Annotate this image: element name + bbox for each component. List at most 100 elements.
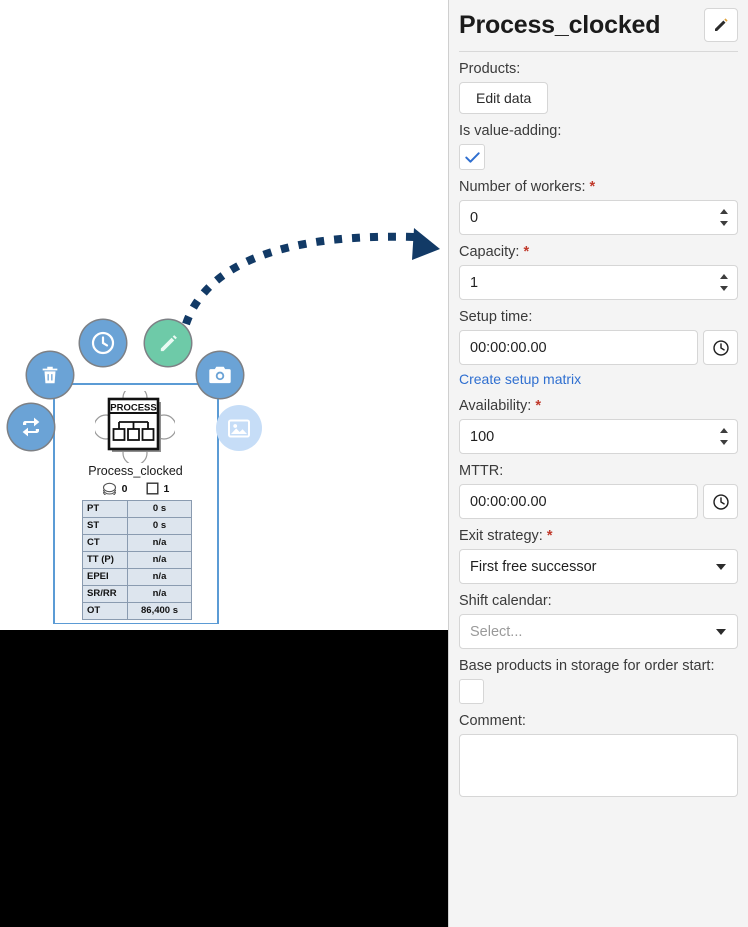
mttr-input[interactable]: 00:00:00.00 xyxy=(459,484,698,519)
rename-edit-button[interactable] xyxy=(704,8,738,42)
stepper-up-icon[interactable] xyxy=(720,209,728,214)
table-row: PT 0 s xyxy=(82,500,192,518)
exit-strategy-label-text: Exit strategy: xyxy=(459,528,543,544)
comment-textarea[interactable] xyxy=(459,734,738,797)
check-icon xyxy=(464,151,480,163)
capacity-label: Capacity: * xyxy=(459,244,738,260)
workers-stepper[interactable] xyxy=(720,201,728,234)
table-row: CT n/a xyxy=(82,534,192,552)
node-kpi-table: PT 0 s ST 0 s CT n/a TT (P) n/a EPEI n/a SR/R… xyxy=(82,500,192,620)
image-action-button[interactable] xyxy=(216,405,262,451)
kpi-key: CT xyxy=(82,534,128,552)
table-row: OT 86,400 s xyxy=(82,602,192,620)
availability-label: Availability: * xyxy=(459,398,738,414)
setup-time-picker-button[interactable] xyxy=(703,330,738,365)
value-adding-checkbox[interactable] xyxy=(459,144,485,170)
exit-strategy-required-marker: * xyxy=(546,528,553,544)
process-node[interactable]: PROCESS Process_clocked 0 1 PT 0 s ST 0 … xyxy=(53,383,218,624)
badge-disc: 0 xyxy=(102,482,128,495)
image-icon xyxy=(228,419,250,437)
page-title: Process_clocked xyxy=(459,10,661,39)
process-node-label: Process_clocked xyxy=(88,464,183,478)
workers-value: 0 xyxy=(470,209,479,226)
base-products-label: Base products in storage for order start… xyxy=(459,658,715,674)
setup-time-label: Setup time: xyxy=(459,309,533,325)
clock-icon xyxy=(91,331,115,355)
availability-label-text: Availability: xyxy=(459,398,532,414)
exit-strategy-label: Exit strategy: * xyxy=(459,528,738,544)
snapshot-action-button[interactable] xyxy=(197,352,243,398)
stepper-down-icon[interactable] xyxy=(720,440,728,445)
diagram-canvas[interactable]: PROCESS Process_clocked 0 1 PT 0 s ST 0 … xyxy=(0,0,448,927)
availability-input[interactable]: 100 xyxy=(459,419,738,454)
trash-icon xyxy=(42,366,58,384)
value-adding-label: Is value-adding: xyxy=(459,123,562,139)
replace-action-button[interactable] xyxy=(8,404,54,450)
clock-icon xyxy=(712,493,729,510)
workers-label: Number of workers: * xyxy=(459,179,738,195)
kpi-key: SR/RR xyxy=(82,585,128,603)
exit-strategy-value: First free successor xyxy=(470,558,597,575)
pencil-icon xyxy=(160,334,177,351)
capacity-label-text: Capacity: xyxy=(459,244,520,260)
badge-disc-value: 0 xyxy=(121,482,128,495)
properties-panel: Process_clocked Products: Edit data Is v… xyxy=(448,0,748,927)
badge-square: 1 xyxy=(146,482,170,495)
kpi-value: 0 s xyxy=(127,500,192,518)
kpi-value: 0 s xyxy=(127,517,192,535)
stepper-down-icon[interactable] xyxy=(720,286,728,291)
mttr-label: MTTR: xyxy=(459,463,504,479)
workers-input[interactable]: 0 xyxy=(459,200,738,235)
table-row: TT (P) n/a xyxy=(82,551,192,569)
kpi-key: OT xyxy=(82,602,128,620)
camera-icon xyxy=(209,366,231,384)
shift-calendar-label: Shift calendar: xyxy=(459,593,552,609)
pencil-icon xyxy=(715,18,728,31)
table-row: EPEI n/a xyxy=(82,568,192,586)
node-kpi-body: PT 0 s ST 0 s CT n/a TT (P) n/a EPEI n/a SR/R… xyxy=(82,500,192,620)
workers-label-text: Number of workers: xyxy=(459,179,586,195)
chevron-down-icon xyxy=(716,628,726,635)
kpi-key: ST xyxy=(82,517,128,535)
exit-strategy-select[interactable]: First free successor xyxy=(459,549,738,584)
annotation-arrow xyxy=(182,228,440,326)
stepper-up-icon[interactable] xyxy=(720,428,728,433)
stepper-up-icon[interactable] xyxy=(720,274,728,279)
process-icon: PROCESS xyxy=(93,385,177,466)
kpi-value: n/a xyxy=(127,551,192,569)
setup-time-input[interactable]: 00:00:00.00 xyxy=(459,330,698,365)
mttr-row: 00:00:00.00 xyxy=(459,484,738,519)
svg-text:PROCESS: PROCESS xyxy=(110,403,156,414)
kpi-value: n/a xyxy=(127,534,192,552)
capacity-input[interactable]: 1 xyxy=(459,265,738,300)
products-label: Products: xyxy=(459,61,521,77)
process-node-badges: 0 1 xyxy=(53,482,218,495)
square-outline-icon xyxy=(146,482,159,495)
base-products-checkbox[interactable] xyxy=(459,679,484,704)
kpi-key: PT xyxy=(82,500,128,518)
badge-square-value: 1 xyxy=(163,482,170,495)
delete-action-button[interactable] xyxy=(27,352,73,398)
workers-required-marker: * xyxy=(589,179,596,195)
kpi-value: n/a xyxy=(127,568,192,586)
chevron-down-icon xyxy=(716,563,726,570)
table-row: ST 0 s xyxy=(82,517,192,535)
app-root: PROCESS Process_clocked 0 1 PT 0 s ST 0 … xyxy=(0,0,748,927)
edit-action-button[interactable] xyxy=(145,320,191,366)
stepper-down-icon[interactable] xyxy=(720,221,728,226)
availability-value: 100 xyxy=(470,428,495,445)
availability-stepper[interactable] xyxy=(720,420,728,453)
shift-calendar-select[interactable]: Select... xyxy=(459,614,738,649)
comment-label: Comment: xyxy=(459,713,526,729)
history-action-button[interactable] xyxy=(80,320,126,366)
kpi-value: n/a xyxy=(127,585,192,603)
mttr-picker-button[interactable] xyxy=(703,484,738,519)
kpi-value: 86,400 s xyxy=(127,602,192,620)
shift-calendar-value: Select... xyxy=(470,623,523,640)
edit-data-button[interactable]: Edit data xyxy=(459,82,549,114)
exchange-icon xyxy=(22,417,40,437)
kpi-key: EPEI xyxy=(82,568,128,586)
capacity-stepper[interactable] xyxy=(720,266,728,299)
clock-icon xyxy=(712,339,729,356)
create-setup-matrix-link[interactable]: Create setup matrix xyxy=(459,371,581,387)
